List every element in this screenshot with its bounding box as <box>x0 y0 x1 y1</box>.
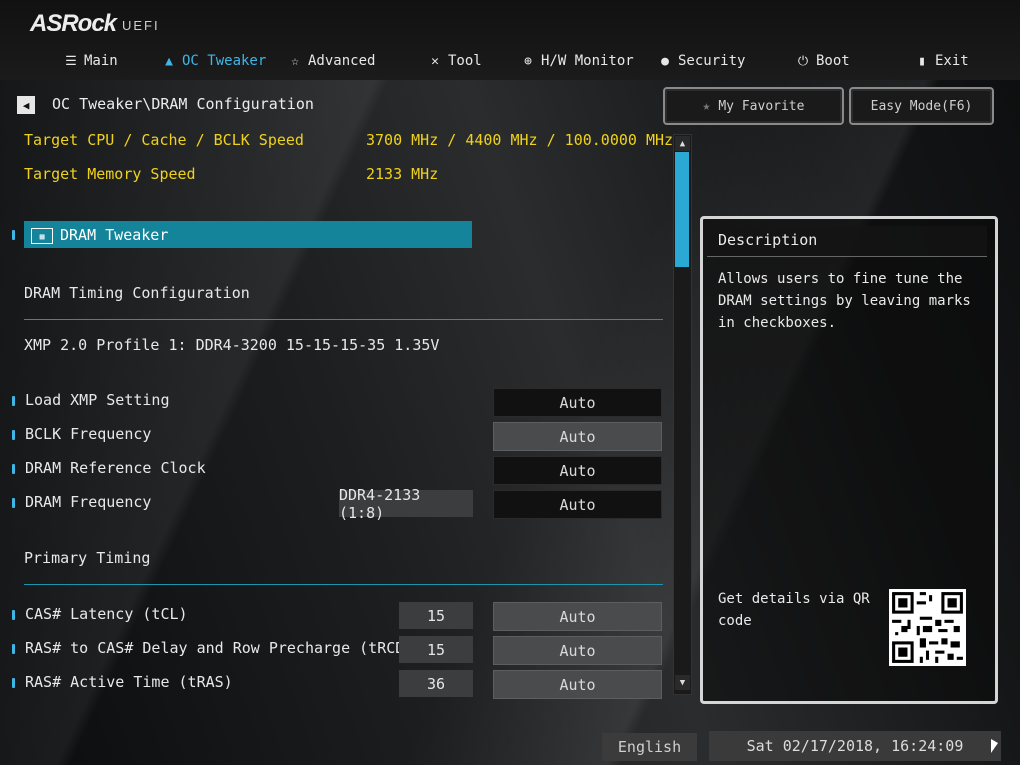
my-favorite-label: My Favorite <box>718 98 805 114</box>
item-marker <box>12 230 15 240</box>
primary-timing-heading: Primary Timing <box>24 549 151 567</box>
item-marker <box>12 678 15 688</box>
cas-latency-current: 15 <box>399 602 473 629</box>
list-icon: ☰ <box>65 53 77 69</box>
tab-tool[interactable]: ✕ Tool <box>428 50 482 72</box>
trcdtrp-current: 15 <box>399 636 473 663</box>
qr-caption: Get details via QR code <box>718 591 870 629</box>
target-cpu-label: Target CPU / Cache / BCLK Speed <box>24 131 304 149</box>
datetime-display: Sat 02/17/2018, 16:24:09 <box>709 731 1001 761</box>
bclk-frequency-label: BCLK Frequency <box>25 425 152 443</box>
scrollbar-thumb[interactable] <box>675 152 689 267</box>
trcdtrp-select[interactable]: Auto <box>493 636 662 665</box>
tab-advanced-label: Advanced <box>308 53 376 69</box>
dram-frequency-label: DRAM Frequency <box>25 493 152 511</box>
cas-latency-label: CAS# Latency (tCL) <box>25 605 188 623</box>
tab-oc-tweaker-label: OC Tweaker <box>182 53 267 69</box>
tras-current: 36 <box>399 670 473 697</box>
power-icon: ⏻ <box>797 53 809 69</box>
flame-icon: ▲ <box>165 53 173 69</box>
back-arrow-icon: ◀ <box>22 98 30 112</box>
tab-boot-label: Boot <box>816 53 850 69</box>
exit-icon: ▮ <box>918 53 926 69</box>
shield-icon: ● <box>661 53 669 69</box>
scroll-up-button[interactable]: ▲ <box>675 136 690 151</box>
load-xmp-select[interactable]: Auto <box>493 388 662 417</box>
easy-mode-label: Easy Mode(F6) <box>870 98 973 114</box>
breadcrumb: OC Tweaker\DRAM Configuration <box>52 95 314 113</box>
tools-icon: ✕ <box>431 53 439 69</box>
tab-boot[interactable]: ⏻ Boot <box>796 50 850 72</box>
star-icon: ☆ <box>291 53 299 69</box>
divider <box>24 319 663 320</box>
target-memory-value: 2133 MHz <box>366 165 439 183</box>
tab-security[interactable]: ● Security <box>658 50 745 72</box>
tab-hw-monitor[interactable]: ⊕ H/W Monitor <box>521 50 634 72</box>
asrock-logo: ASRock <box>30 10 117 37</box>
star-icon: ★ <box>702 98 711 114</box>
scroll-down-button[interactable]: ▼ <box>675 675 690 690</box>
dram-module-icon: ▦ <box>31 228 53 244</box>
easy-mode-button[interactable]: Easy Mode(F6) <box>849 87 994 125</box>
tras-select[interactable]: Auto <box>493 670 662 699</box>
item-marker <box>12 430 15 440</box>
timing-config-heading: DRAM Timing Configuration <box>24 284 250 302</box>
tab-oc-tweaker[interactable]: ▲ OC Tweaker <box>162 50 266 72</box>
tab-exit-label: Exit <box>935 53 969 69</box>
top-bar <box>0 0 1020 80</box>
arrow-down-icon: ▼ <box>679 677 686 688</box>
divider <box>24 584 663 585</box>
dram-ref-clock-select[interactable]: Auto <box>493 456 662 485</box>
dram-frequency-select[interactable]: Auto <box>493 490 662 519</box>
item-marker <box>12 464 15 474</box>
arrow-up-icon: ▲ <box>679 138 686 149</box>
xmp-profile-text: XMP 2.0 Profile 1: DDR4-3200 15-15-15-35… <box>24 336 440 354</box>
bclk-frequency-select[interactable]: Auto <box>493 422 662 451</box>
tab-security-label: Security <box>678 53 746 69</box>
item-marker <box>12 610 15 620</box>
monitor-icon: ⊕ <box>524 53 532 69</box>
target-cpu-value: 3700 MHz / 4400 MHz / 100.0000 MHz <box>366 131 674 149</box>
description-title: Description <box>718 231 818 249</box>
tab-tool-label: Tool <box>448 53 482 69</box>
uefi-label: UEFI <box>122 18 160 33</box>
item-marker <box>12 644 15 654</box>
language-button[interactable]: English <box>602 733 697 761</box>
description-text: Allows users to fine tune the DRAM setti… <box>718 271 971 331</box>
my-favorite-button[interactable]: ★ My Favorite <box>663 87 844 125</box>
tab-main[interactable]: ☰ Main <box>64 50 118 72</box>
tab-main-label: Main <box>84 53 118 69</box>
dram-tweaker-label: DRAM Tweaker <box>60 226 169 244</box>
qr-code-icon <box>889 589 966 666</box>
trcdtrp-label: RAS# to CAS# Delay and Row Precharge (tR… <box>25 639 441 657</box>
target-memory-label: Target Memory Speed <box>24 165 196 183</box>
dram-frequency-current: DDR4-2133 (1:8) <box>339 486 473 522</box>
item-marker <box>12 498 15 508</box>
mouse-cursor-icon <box>991 739 998 753</box>
tab-advanced[interactable]: ☆ Advanced <box>288 50 375 72</box>
tras-label: RAS# Active Time (tRAS) <box>25 673 233 691</box>
back-button[interactable]: ◀ <box>17 96 35 114</box>
dram-ref-clock-label: DRAM Reference Clock <box>25 459 206 477</box>
tab-hw-monitor-label: H/W Monitor <box>541 53 634 69</box>
load-xmp-label: Load XMP Setting <box>25 391 170 409</box>
cas-latency-select[interactable]: Auto <box>493 602 662 631</box>
item-marker <box>12 396 15 406</box>
tab-exit[interactable]: ▮ Exit <box>915 50 969 72</box>
